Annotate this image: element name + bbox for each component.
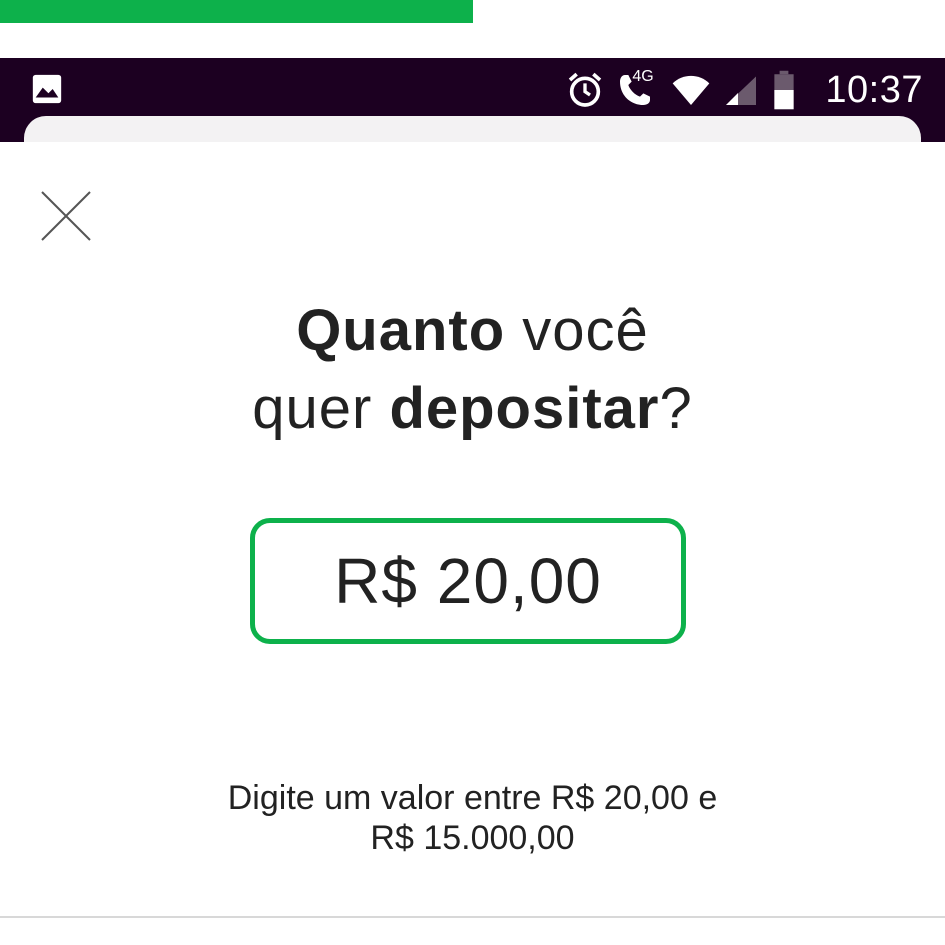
deposit-screen: 4G 10:37 Quanto você quer depositar? R$ … <box>0 0 945 945</box>
hint-line-1: Digite um valor entre R$ 20,00 e <box>227 779 718 817</box>
amount-input[interactable] <box>255 544 681 618</box>
image-icon <box>32 74 62 104</box>
close-icon[interactable] <box>36 186 96 246</box>
title-line-2: quer depositar? <box>0 370 945 448</box>
signal-icon <box>726 76 757 105</box>
title-question-mark: ? <box>659 376 693 441</box>
progress-bar-fill <box>0 0 473 23</box>
wifi-call-icon: 4G <box>615 68 659 110</box>
page-title: Quanto você quer depositar? <box>0 292 945 448</box>
title-line-1: Quanto você <box>0 292 945 370</box>
divider <box>0 916 945 918</box>
alarm-icon <box>569 72 602 107</box>
title-text-quer: quer <box>252 376 390 441</box>
amount-field-container <box>250 518 686 644</box>
title-text-voce: você <box>505 298 649 363</box>
battery-icon <box>774 70 795 110</box>
deposit-sheet: Quanto você quer depositar? Digite um va… <box>0 142 945 945</box>
title-bold-quanto: Quanto <box>296 298 506 363</box>
network-type-label: 4G <box>632 68 654 85</box>
status-time: 10:37 <box>825 68 923 111</box>
amount-range-hint: Digite um valor entre R$ 20,00 e R$ 15.0… <box>0 778 945 858</box>
progress-bar <box>0 0 945 58</box>
wifi-icon <box>673 75 710 105</box>
status-icons: 4G 10:37 <box>565 66 923 114</box>
title-bold-depositar: depositar <box>389 376 660 441</box>
hint-line-2: R$ 15.000,00 <box>370 819 575 857</box>
